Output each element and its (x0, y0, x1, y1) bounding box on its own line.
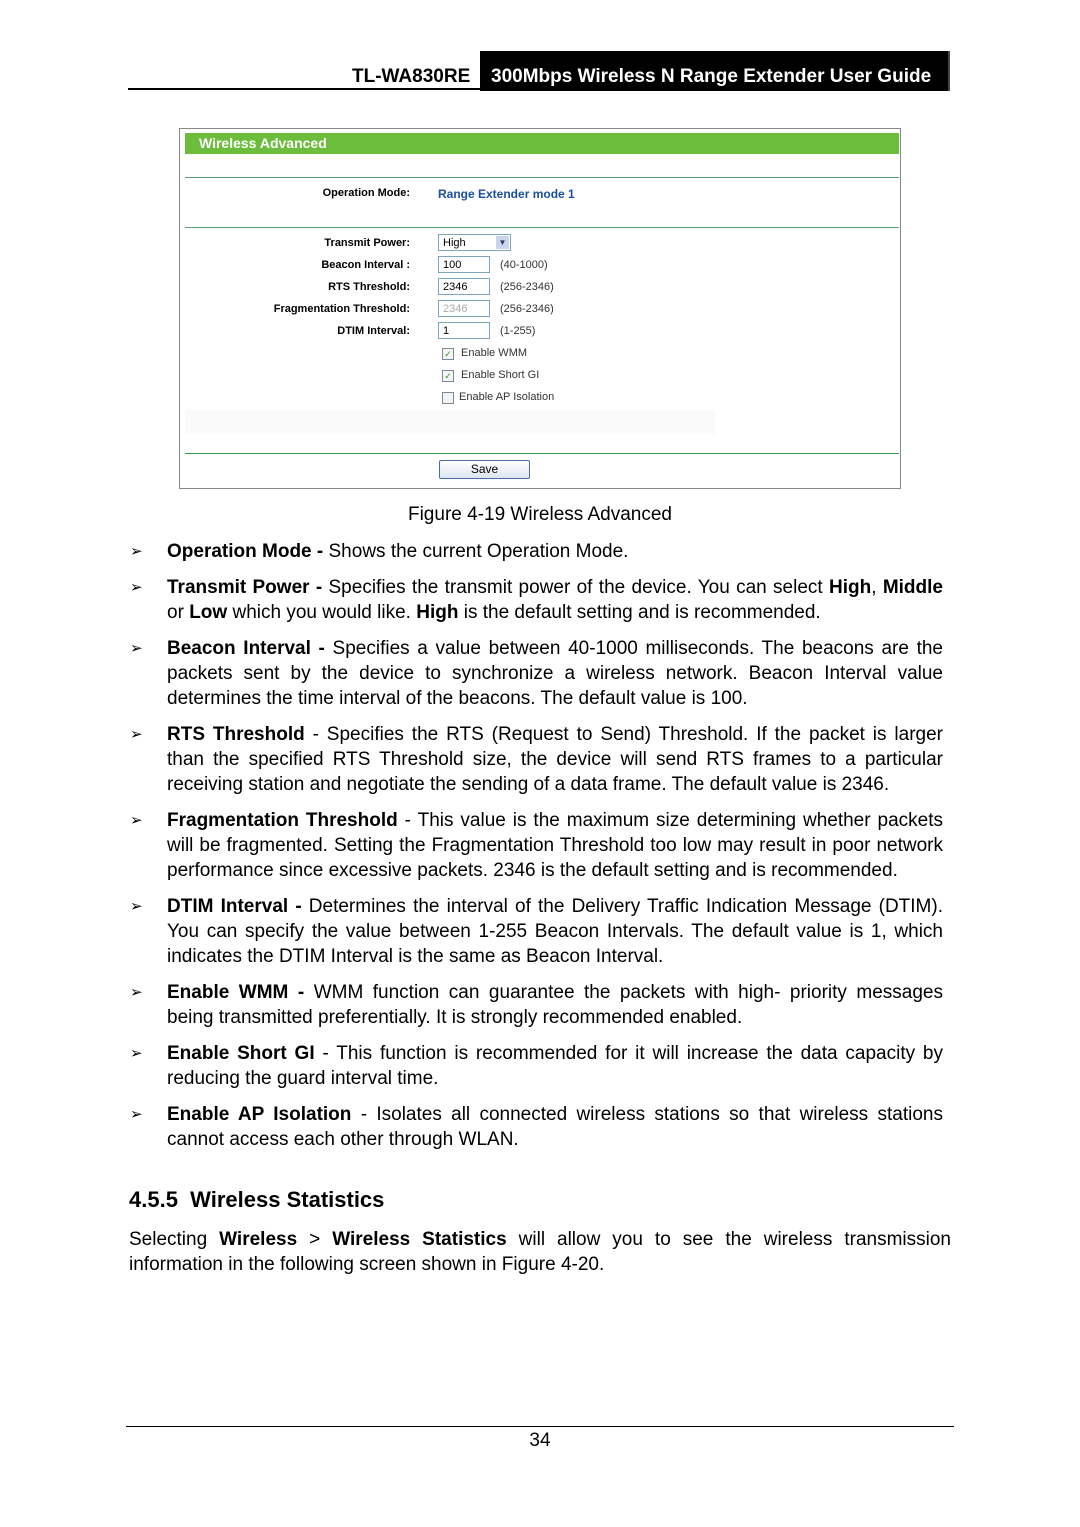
fragmentation-threshold-range: (256-2346) (500, 303, 554, 315)
bold-term: Low (189, 602, 228, 623)
text-run: which you would like. (227, 602, 417, 623)
footer-rule (126, 1426, 954, 1427)
bold-term: Middle (882, 577, 943, 598)
body-paragraph: Selecting Wireless > Wireless Statistics… (129, 1227, 951, 1277)
bold-term: Beacon Interval - (167, 638, 325, 659)
header-rule (128, 88, 480, 90)
section-heading: 4.5.5 Wireless Statistics (129, 1187, 384, 1213)
bold-term: RTS Threshold (167, 724, 305, 745)
fragmentation-threshold-input[interactable]: 2346 (438, 300, 490, 317)
transmit-power-value: High (443, 237, 466, 249)
arrow-bullet-icon: ➢ (130, 640, 143, 657)
beacon-interval-input[interactable]: 100 (438, 256, 490, 273)
list-item: ➢ RTS Threshold - Specifies the RTS (Requ… (130, 722, 943, 797)
arrow-bullet-icon: ➢ (130, 984, 143, 1001)
enable-wmm-checkbox[interactable]: ✓ (442, 348, 454, 360)
enable-ap-isolation-checkbox[interactable] (442, 392, 454, 404)
list-item: ➢ Enable Short GI - This function is reco… (130, 1041, 943, 1091)
list-item: ➢ Operation Mode - Shows the current Oper… (130, 539, 943, 564)
bold-term: Wireless Statistics (332, 1229, 507, 1250)
bold-term: High (416, 602, 459, 623)
arrow-bullet-icon: ➢ (130, 1045, 143, 1062)
beacon-interval-label: Beacon Interval : (321, 259, 410, 271)
list-item: ➢ Enable AP Isolation - Isolates all conn… (130, 1102, 943, 1152)
bold-term: Fragmentation Threshold (167, 810, 398, 831)
divider (185, 453, 899, 454)
wireless-advanced-screenshot: Wireless Advanced Operation Mode: Range … (179, 128, 901, 489)
bold-term: High (829, 577, 872, 598)
enable-short-gi-label: Enable Short GI (461, 369, 540, 381)
transmit-power-select[interactable]: High ▼ (438, 234, 511, 251)
enable-ap-isolation-label: Enable AP Isolation (459, 391, 555, 403)
operation-mode-label: Operation Mode: (322, 187, 410, 199)
list-item: ➢ Transmit Power - Specifies the transmit… (130, 575, 943, 625)
bold-term: Enable WMM - (167, 982, 305, 1003)
divider (185, 227, 899, 228)
section-title: Wireless Statistics (190, 1187, 385, 1212)
save-button[interactable]: Save (439, 460, 530, 479)
bold-term: Operation Mode - (167, 541, 324, 562)
bold-term: Transmit Power - (167, 577, 323, 598)
bold-term: Enable AP Isolation (167, 1104, 352, 1125)
arrow-bullet-icon: ➢ (130, 898, 143, 915)
fragmentation-threshold-label: Fragmentation Threshold: (273, 303, 410, 315)
page-number: 34 (529, 1430, 551, 1451)
spacer-row (185, 410, 715, 434)
text-run: Specifies the transmit power of the devi… (322, 577, 829, 598)
text-run: , (871, 577, 883, 598)
text-run: Shows the current Operation Mode. (323, 541, 629, 562)
text-run: is the default setting and is recommende… (458, 602, 821, 623)
bullet-list: ➢ Operation Mode - Shows the current Oper… (130, 539, 943, 1163)
transmit-power-label: Transmit Power: (324, 237, 410, 249)
bold-term: Wireless (219, 1229, 298, 1250)
panel-title: Wireless Advanced (185, 133, 899, 154)
arrow-bullet-icon: ➢ (130, 543, 143, 560)
divider (185, 177, 899, 178)
dtim-interval-range: (1-255) (500, 325, 536, 337)
operation-mode-value: Range Extender mode 1 (438, 187, 575, 201)
arrow-bullet-icon: ➢ (130, 812, 143, 829)
list-item: ➢ DTIM Interval - Determines the interval… (130, 894, 943, 969)
figure-caption: Figure 4-19 Wireless Advanced (407, 504, 672, 525)
text-run: or (167, 602, 190, 623)
rts-threshold-label: RTS Threshold: (328, 281, 410, 293)
arrow-bullet-icon: ➢ (130, 726, 143, 743)
header-model: TL-WA830RE (352, 66, 471, 87)
rts-threshold-input[interactable]: 2346 (438, 278, 490, 295)
dtim-interval-input[interactable]: 1 (438, 322, 490, 339)
section-number: 4.5.5 (129, 1187, 178, 1212)
enable-short-gi-checkbox[interactable]: ✓ (442, 370, 454, 382)
list-item: ➢ Enable WMM - WMM function can guarantee… (130, 980, 943, 1030)
bold-term: DTIM Interval - (167, 896, 302, 917)
page: TL-WA830RE 300Mbps Wireless N Range Exte… (0, 0, 1080, 1527)
text-run: > (297, 1229, 333, 1250)
bold-term: Enable Short GI (167, 1043, 315, 1064)
header-title: 300Mbps Wireless N Range Extender User G… (480, 51, 950, 91)
beacon-interval-range: (40-1000) (500, 259, 548, 271)
chevron-down-icon: ▼ (496, 236, 509, 249)
list-item: ➢ Beacon Interval - Specifies a value bet… (130, 636, 943, 711)
enable-wmm-label: Enable WMM (461, 347, 528, 359)
dtim-interval-label: DTIM Interval: (337, 325, 410, 337)
rts-threshold-range: (256-2346) (500, 281, 554, 293)
text-run: Selecting (129, 1229, 220, 1250)
arrow-bullet-icon: ➢ (130, 579, 143, 596)
list-item: ➢ Fragmentation Threshold - This value is… (130, 808, 943, 883)
arrow-bullet-icon: ➢ (130, 1106, 143, 1123)
